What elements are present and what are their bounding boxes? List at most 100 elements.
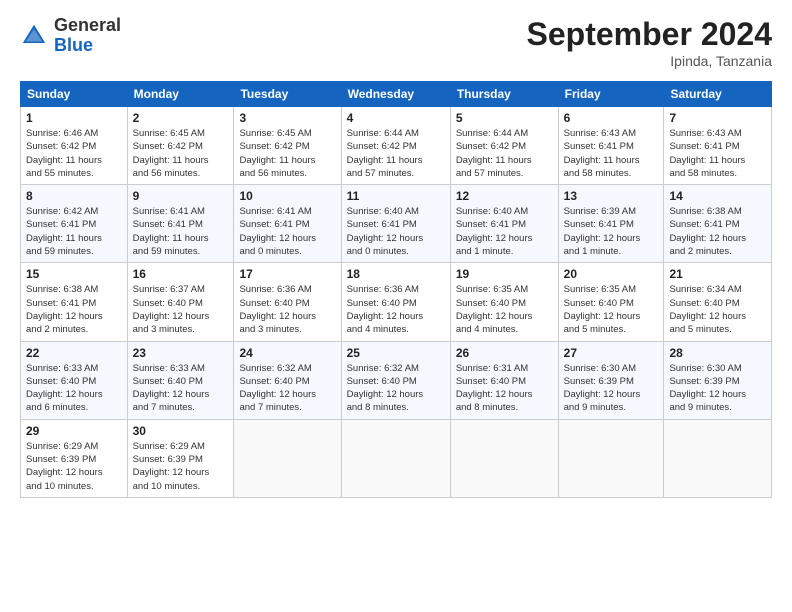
- calendar-cell: [558, 419, 664, 497]
- day-info: Sunrise: 6:32 AM Sunset: 6:40 PM Dayligh…: [347, 362, 445, 415]
- day-number: 29: [26, 424, 122, 438]
- day-info: Sunrise: 6:32 AM Sunset: 6:40 PM Dayligh…: [239, 362, 335, 415]
- calendar-cell: 8Sunrise: 6:42 AM Sunset: 6:41 PM Daylig…: [21, 185, 128, 263]
- day-info: Sunrise: 6:43 AM Sunset: 6:41 PM Dayligh…: [564, 127, 659, 180]
- day-number: 10: [239, 189, 335, 203]
- day-info: Sunrise: 6:40 AM Sunset: 6:41 PM Dayligh…: [456, 205, 553, 258]
- day-number: 5: [456, 111, 553, 125]
- day-info: Sunrise: 6:35 AM Sunset: 6:40 PM Dayligh…: [456, 283, 553, 336]
- calendar-cell: 11Sunrise: 6:40 AM Sunset: 6:41 PM Dayli…: [341, 185, 450, 263]
- day-info: Sunrise: 6:39 AM Sunset: 6:41 PM Dayligh…: [564, 205, 659, 258]
- calendar-cell: 6 Sunrise: 6:43 AM Sunset: 6:41 PM Daylig…: [558, 107, 664, 185]
- day-info: Sunrise: 6:45 AM Sunset: 6:42 PM Dayligh…: [133, 127, 229, 180]
- day-info: Sunrise: 6:44 AM Sunset: 6:42 PM Dayligh…: [347, 127, 445, 180]
- day-number: 12: [456, 189, 553, 203]
- calendar-cell: 2 Sunrise: 6:45 AM Sunset: 6:42 PM Daylig…: [127, 107, 234, 185]
- calendar-cell: [234, 419, 341, 497]
- logo: General Blue: [20, 16, 121, 56]
- day-info: Sunrise: 6:30 AM Sunset: 6:39 PM Dayligh…: [564, 362, 659, 415]
- col-monday: Monday: [127, 82, 234, 107]
- day-number: 7: [669, 111, 766, 125]
- calendar-cell: [341, 419, 450, 497]
- calendar-cell: 25Sunrise: 6:32 AM Sunset: 6:40 PM Dayli…: [341, 341, 450, 419]
- calendar-cell: 21 Sunrise: 6:34 AM Sunset: 6:40 PM Dayli…: [664, 263, 772, 341]
- week-row-3: 15Sunrise: 6:38 AM Sunset: 6:41 PM Dayli…: [21, 263, 772, 341]
- calendar-cell: 30 Sunrise: 6:29 AM Sunset: 6:39 PM Dayli…: [127, 419, 234, 497]
- col-friday: Friday: [558, 82, 664, 107]
- day-number: 24: [239, 346, 335, 360]
- day-number: 20: [564, 267, 659, 281]
- page: General Blue September 2024 Ipinda, Tanz…: [0, 0, 792, 612]
- day-number: 27: [564, 346, 659, 360]
- month-title: September 2024: [527, 16, 772, 53]
- col-thursday: Thursday: [450, 82, 558, 107]
- calendar-cell: 19 Sunrise: 6:35 AM Sunset: 6:40 PM Dayli…: [450, 263, 558, 341]
- day-number: 17: [239, 267, 335, 281]
- day-number: 23: [133, 346, 229, 360]
- calendar-cell: [664, 419, 772, 497]
- day-info: Sunrise: 6:45 AM Sunset: 6:42 PM Dayligh…: [239, 127, 335, 180]
- day-number: 13: [564, 189, 659, 203]
- location: Ipinda, Tanzania: [527, 53, 772, 69]
- week-row-4: 22 Sunrise: 6:33 AM Sunset: 6:40 PM Dayli…: [21, 341, 772, 419]
- day-number: 9: [133, 189, 229, 203]
- calendar-cell: 13 Sunrise: 6:39 AM Sunset: 6:41 PM Dayli…: [558, 185, 664, 263]
- col-saturday: Saturday: [664, 82, 772, 107]
- calendar-header-row: Sunday Monday Tuesday Wednesday Thursday…: [21, 82, 772, 107]
- day-info: Sunrise: 6:36 AM Sunset: 6:40 PM Dayligh…: [239, 283, 335, 336]
- day-number: 4: [347, 111, 445, 125]
- calendar-cell: 12 Sunrise: 6:40 AM Sunset: 6:41 PM Dayli…: [450, 185, 558, 263]
- day-number: 2: [133, 111, 229, 125]
- day-info: Sunrise: 6:46 AM Sunset: 6:42 PM Dayligh…: [26, 127, 122, 180]
- day-number: 3: [239, 111, 335, 125]
- day-info: Sunrise: 6:36 AM Sunset: 6:40 PM Dayligh…: [347, 283, 445, 336]
- calendar-cell: 5Sunrise: 6:44 AM Sunset: 6:42 PM Daylig…: [450, 107, 558, 185]
- day-info: Sunrise: 6:43 AM Sunset: 6:41 PM Dayligh…: [669, 127, 766, 180]
- day-info: Sunrise: 6:33 AM Sunset: 6:40 PM Dayligh…: [133, 362, 229, 415]
- day-info: Sunrise: 6:41 AM Sunset: 6:41 PM Dayligh…: [239, 205, 335, 258]
- calendar-cell: 15Sunrise: 6:38 AM Sunset: 6:41 PM Dayli…: [21, 263, 128, 341]
- day-number: 1: [26, 111, 122, 125]
- calendar-cell: 23 Sunrise: 6:33 AM Sunset: 6:40 PM Dayli…: [127, 341, 234, 419]
- day-info: Sunrise: 6:34 AM Sunset: 6:40 PM Dayligh…: [669, 283, 766, 336]
- day-info: Sunrise: 6:38 AM Sunset: 6:41 PM Dayligh…: [669, 205, 766, 258]
- logo-icon: [20, 22, 48, 50]
- day-number: 16: [133, 267, 229, 281]
- logo-general: General: [54, 15, 121, 35]
- col-sunday: Sunday: [21, 82, 128, 107]
- calendar-cell: 4 Sunrise: 6:44 AM Sunset: 6:42 PM Daylig…: [341, 107, 450, 185]
- day-info: Sunrise: 6:30 AM Sunset: 6:39 PM Dayligh…: [669, 362, 766, 415]
- day-number: 18: [347, 267, 445, 281]
- day-info: Sunrise: 6:33 AM Sunset: 6:40 PM Dayligh…: [26, 362, 122, 415]
- calendar-cell: 24 Sunrise: 6:32 AM Sunset: 6:40 PM Dayli…: [234, 341, 341, 419]
- calendar-cell: 18 Sunrise: 6:36 AM Sunset: 6:40 PM Dayli…: [341, 263, 450, 341]
- calendar-cell: 20Sunrise: 6:35 AM Sunset: 6:40 PM Dayli…: [558, 263, 664, 341]
- day-info: Sunrise: 6:42 AM Sunset: 6:41 PM Dayligh…: [26, 205, 122, 258]
- calendar-cell: 29Sunrise: 6:29 AM Sunset: 6:39 PM Dayli…: [21, 419, 128, 497]
- day-number: 26: [456, 346, 553, 360]
- day-number: 6: [564, 111, 659, 125]
- day-info: Sunrise: 6:29 AM Sunset: 6:39 PM Dayligh…: [133, 440, 229, 493]
- logo-blue: Blue: [54, 35, 93, 55]
- header: General Blue September 2024 Ipinda, Tanz…: [20, 16, 772, 69]
- calendar-cell: 28 Sunrise: 6:30 AM Sunset: 6:39 PM Dayli…: [664, 341, 772, 419]
- calendar-cell: 3 Sunrise: 6:45 AM Sunset: 6:42 PM Daylig…: [234, 107, 341, 185]
- day-number: 19: [456, 267, 553, 281]
- day-number: 22: [26, 346, 122, 360]
- calendar-table: Sunday Monday Tuesday Wednesday Thursday…: [20, 81, 772, 498]
- calendar-cell: 17 Sunrise: 6:36 AM Sunset: 6:40 PM Dayli…: [234, 263, 341, 341]
- day-number: 21: [669, 267, 766, 281]
- day-info: Sunrise: 6:31 AM Sunset: 6:40 PM Dayligh…: [456, 362, 553, 415]
- calendar-cell: 26 Sunrise: 6:31 AM Sunset: 6:40 PM Dayli…: [450, 341, 558, 419]
- day-number: 11: [347, 189, 445, 203]
- day-number: 30: [133, 424, 229, 438]
- day-number: 14: [669, 189, 766, 203]
- day-number: 28: [669, 346, 766, 360]
- calendar-cell: 16Sunrise: 6:37 AM Sunset: 6:40 PM Dayli…: [127, 263, 234, 341]
- day-info: Sunrise: 6:38 AM Sunset: 6:41 PM Dayligh…: [26, 283, 122, 336]
- week-row-2: 8Sunrise: 6:42 AM Sunset: 6:41 PM Daylig…: [21, 185, 772, 263]
- calendar-cell: [450, 419, 558, 497]
- title-block: September 2024 Ipinda, Tanzania: [527, 16, 772, 69]
- col-tuesday: Tuesday: [234, 82, 341, 107]
- calendar-cell: 22 Sunrise: 6:33 AM Sunset: 6:40 PM Dayli…: [21, 341, 128, 419]
